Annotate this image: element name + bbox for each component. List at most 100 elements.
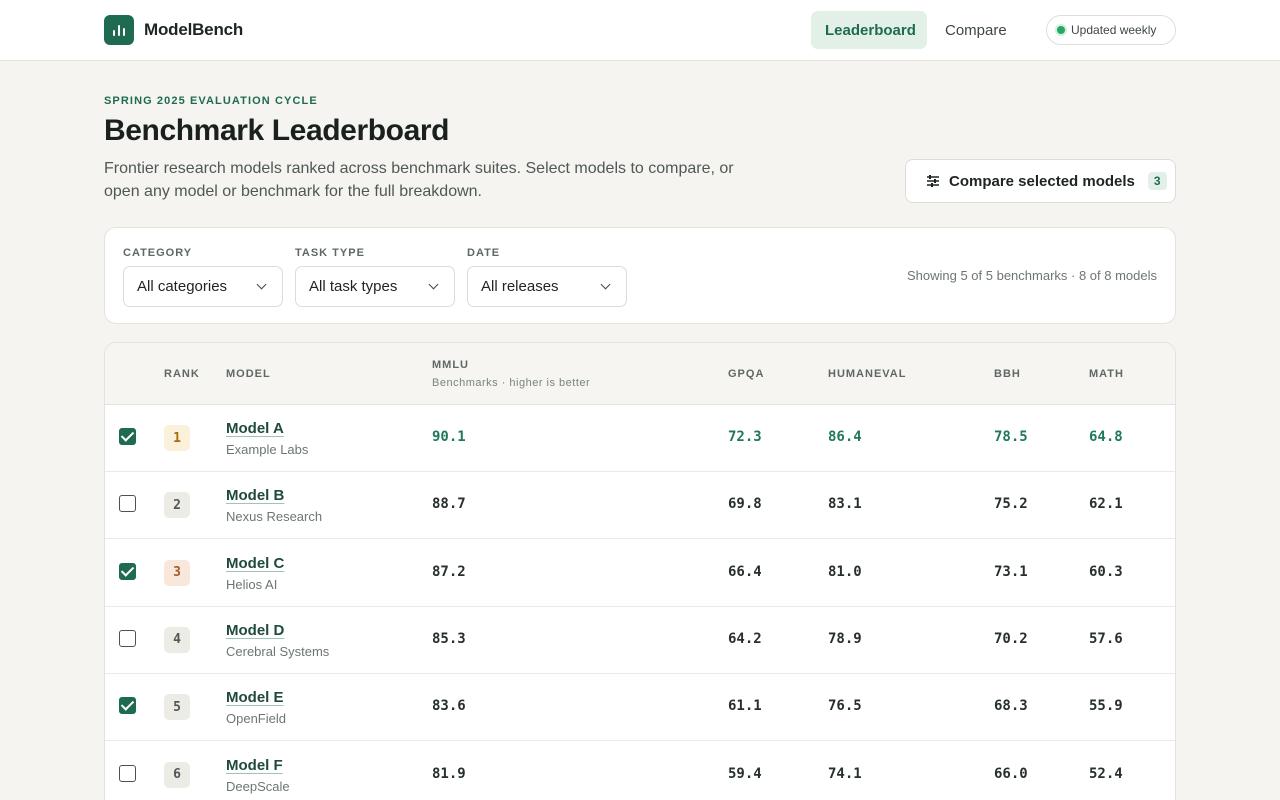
model-org: Example Labs: [226, 442, 309, 457]
table-row[interactable]: 3 Model C Helios AI 87.2 66.4 81.0 73.1 60.3: [105, 540, 1175, 607]
status-badge: Updated weekly: [1046, 15, 1176, 45]
category-filter-label: CATEGORY: [123, 247, 193, 259]
score-mmlu[interactable]: 90.1: [432, 429, 466, 445]
table-row[interactable]: 1 Model A Example Labs 90.1 72.3 86.4 78.5 64.8: [105, 405, 1175, 472]
score-math[interactable]: 60.3: [1089, 564, 1123, 580]
status-badge-label: Updated weekly: [1071, 23, 1157, 37]
top-bar: ModelBench Leaderboard Compare Updated w…: [0, 0, 1280, 61]
model-name-link[interactable]: Model D: [226, 622, 284, 639]
column-header-rank[interactable]: RANK: [164, 368, 200, 380]
rank-badge: 4: [164, 626, 190, 653]
score-math[interactable]: 55.9: [1089, 698, 1123, 714]
rank-badge: 5: [164, 694, 190, 721]
task-type-select-value: All task types: [309, 278, 398, 295]
brand-name: ModelBench: [144, 20, 244, 39]
score-bbh[interactable]: 66.0: [994, 766, 1028, 782]
nav-tab-compare[interactable]: Compare: [931, 11, 1021, 49]
model-org: Helios AI: [226, 576, 278, 592]
score-bbh[interactable]: 70.2: [994, 631, 1028, 647]
table-row[interactable]: 2 Model B Nexus Research 88.7 69.8 83.1 75.2 62…: [105, 472, 1175, 540]
score-mmlu[interactable]: 87.2: [432, 564, 466, 580]
row-select-checkbox[interactable]: [119, 629, 136, 647]
model-name-link[interactable]: Model A: [226, 420, 284, 437]
compare-button-label: Compare selected models: [949, 172, 1135, 190]
column-header-hint: Benchmarks · higher is better: [432, 377, 591, 389]
score-bbh[interactable]: 78.5: [994, 429, 1028, 445]
row-select-checkbox[interactable]: [119, 764, 136, 782]
chevron-down-icon: [256, 279, 267, 290]
model-name-link[interactable]: Model B: [226, 487, 284, 504]
results-summary: Showing 5 of 5 benchmarks · 8 of 8 model…: [906, 268, 1157, 283]
table-row[interactable]: 5 Model E OpenField 83.6 61.1 76.5 68.3 55.9: [105, 674, 1175, 742]
model-org: DeepScale: [226, 778, 290, 794]
brand[interactable]: ModelBench: [104, 15, 243, 45]
score-bbh[interactable]: 68.3: [994, 698, 1028, 714]
score-humaneval[interactable]: 76.5: [828, 698, 862, 714]
row-select-checkbox[interactable]: [119, 697, 136, 715]
nav-tab-leaderboard[interactable]: Leaderboard: [811, 11, 927, 49]
compare-selected-button[interactable]: Compare selected models 3: [905, 159, 1176, 203]
date-select[interactable]: All releases: [467, 266, 627, 307]
score-gpqa[interactable]: 64.2: [728, 631, 762, 647]
score-bbh[interactable]: 75.2: [994, 496, 1028, 512]
bar-chart-icon: [104, 15, 134, 45]
model-name-link[interactable]: Model C: [226, 555, 284, 572]
page-description: Frontier research models ranked across b…: [104, 160, 734, 200]
score-gpqa[interactable]: 69.8: [728, 496, 762, 512]
column-header-gpqa[interactable]: GPQA: [728, 368, 764, 380]
sliders-icon: [927, 175, 939, 187]
column-header-bbh[interactable]: BBH: [994, 368, 1021, 380]
score-math[interactable]: 62.1: [1089, 496, 1123, 512]
column-header-model[interactable]: MODEL: [226, 368, 271, 380]
score-gpqa[interactable]: 66.4: [728, 564, 762, 580]
filter-panel: CATEGORY All categories TASK TYPE All ta…: [104, 227, 1176, 324]
model-org: Cerebral Systems: [226, 643, 330, 659]
score-math[interactable]: 57.6: [1089, 631, 1123, 647]
category-select[interactable]: All categories: [123, 266, 283, 307]
selected-count-badge: 3: [1147, 172, 1167, 190]
model-org: OpenField: [226, 711, 286, 727]
score-bbh[interactable]: 73.1: [994, 564, 1028, 580]
score-math[interactable]: 52.4: [1089, 766, 1123, 782]
rank-badge: 3: [164, 559, 190, 586]
column-header-mmlu[interactable]: MMLU: [432, 359, 469, 371]
chevron-down-icon: [600, 279, 611, 290]
table-row[interactable]: 6 Model F DeepScale 81.9 59.4 74.1 66.0 52.4: [105, 742, 1175, 800]
date-filter-label: DATE: [467, 247, 501, 259]
row-select-checkbox[interactable]: [119, 428, 136, 445]
category-select-value: All categories: [137, 278, 228, 295]
score-humaneval[interactable]: 86.4: [828, 429, 862, 445]
column-header-humaneval[interactable]: HUMANEVAL: [828, 368, 906, 380]
page-title: Benchmark Leaderboard: [104, 114, 450, 147]
score-humaneval[interactable]: 74.1: [828, 766, 862, 782]
column-header-math[interactable]: MATH: [1089, 368, 1124, 380]
table-row[interactable]: 4 Model D Cerebral Systems 85.3 64.2 78.9 70.2…: [105, 607, 1175, 674]
rank-badge: 1: [164, 425, 190, 451]
chevron-down-icon: [428, 279, 439, 290]
score-mmlu[interactable]: 81.9: [432, 766, 466, 782]
score-mmlu[interactable]: 83.6: [432, 698, 466, 714]
task-type-filter-label: TASK TYPE: [295, 247, 365, 259]
model-name-link[interactable]: Model F: [226, 757, 283, 774]
model-name-link[interactable]: Model E: [226, 689, 284, 706]
rank-badge: 6: [164, 761, 190, 788]
row-select-checkbox[interactable]: [119, 495, 136, 513]
score-gpqa[interactable]: 72.3: [728, 429, 762, 445]
task-type-select[interactable]: All task types: [295, 266, 455, 307]
score-humaneval[interactable]: 83.1: [828, 496, 862, 512]
score-gpqa[interactable]: 61.1: [728, 698, 762, 714]
table-header: RANK MODEL MMLU Benchmarks · higher is b…: [105, 343, 1175, 405]
model-org: Nexus Research: [226, 509, 323, 525]
eyebrow: SPRING 2025 EVALUATION CYCLE: [104, 95, 318, 107]
score-humaneval[interactable]: 81.0: [828, 564, 862, 580]
rank-badge: 2: [164, 492, 190, 519]
date-select-value: All releases: [481, 278, 559, 295]
leaderboard-table: RANK MODEL MMLU Benchmarks · higher is b…: [104, 342, 1176, 800]
status-dot-icon: [1057, 26, 1065, 34]
score-gpqa[interactable]: 59.4: [728, 766, 762, 782]
score-mmlu[interactable]: 85.3: [432, 631, 466, 647]
score-math[interactable]: 64.8: [1089, 429, 1123, 445]
score-mmlu[interactable]: 88.7: [432, 496, 466, 512]
row-select-checkbox[interactable]: [119, 562, 136, 580]
score-humaneval[interactable]: 78.9: [828, 631, 862, 647]
